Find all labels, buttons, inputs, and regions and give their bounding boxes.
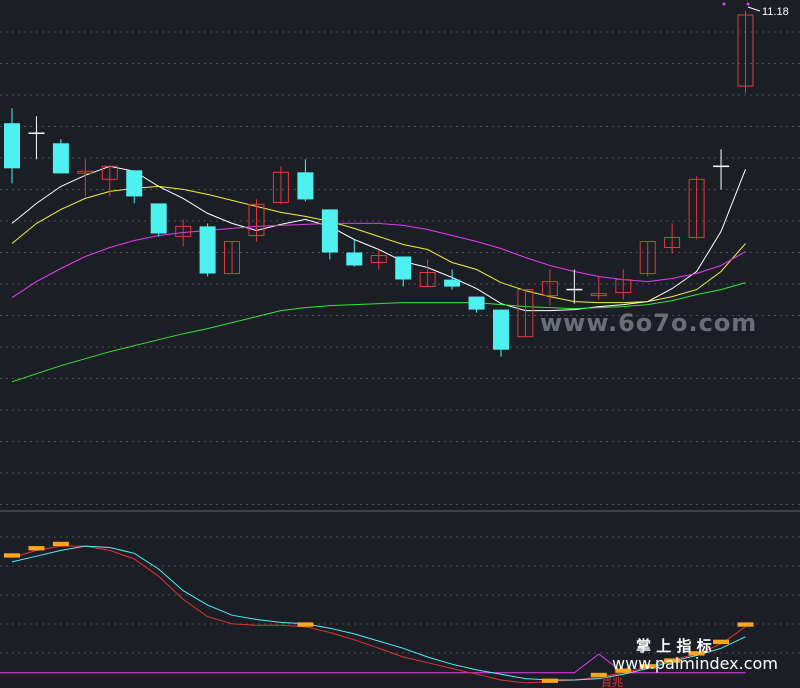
indicator-bar [52,541,69,547]
marker-dot [722,2,726,6]
candle [346,239,363,267]
candle-body [150,203,167,234]
indicator-bar [737,622,754,627]
candle [517,289,534,338]
candle-body [126,170,143,197]
candle-body [52,143,69,174]
candle [224,241,240,275]
indicator-bar [297,622,314,627]
main-watermark: www.6o7o.com [540,309,757,337]
candle [688,176,705,240]
candle [566,269,583,304]
candle [126,170,143,204]
moving-average-lines [11,165,746,383]
candle [248,199,265,242]
candle [639,241,656,277]
candle-body [4,123,20,169]
stock-chart: 11.18 www.6o7o.com 買兆 掌 上 指 标 www.palmin… [0,2,800,688]
candle-body [199,226,216,274]
price-pointer [747,6,761,12]
indicator-bar [4,553,20,558]
indicator-bar [541,678,558,683]
candle-body [566,288,583,291]
candle [272,166,289,205]
candle-body [321,209,338,253]
candle-body [713,165,730,168]
sub-watermark: www.palmindex.com [612,654,778,673]
candle [150,203,167,237]
candle-body [28,132,45,135]
candle-body [493,309,509,350]
candle [52,139,69,174]
candle [590,276,607,300]
candle [101,165,118,197]
candle-body [297,172,314,200]
latest-price-marker: 11.18 [722,2,789,18]
candle [419,259,436,287]
marker-dot [746,2,750,6]
latest-price-label: 11.18 [762,6,789,18]
indicator-bar [713,639,730,644]
candle [713,149,730,190]
candle [199,223,216,277]
candle [468,296,485,313]
candle-body [444,279,461,287]
indicator-bar [28,546,45,551]
candle [297,159,314,202]
candle [615,269,632,300]
candle [737,11,754,94]
candle-body [346,252,363,266]
candle [664,223,681,254]
candle [493,309,509,357]
candle-body [468,296,485,310]
candle [4,108,20,184]
candle [395,256,412,287]
signal-label: 買兆 [601,676,623,688]
candle-body [395,256,412,280]
candle [28,116,45,160]
sub-watermark-cn: 掌 上 指 标 [636,637,712,655]
candle [321,209,338,260]
ma-line [11,165,746,312]
candle [541,269,558,306]
